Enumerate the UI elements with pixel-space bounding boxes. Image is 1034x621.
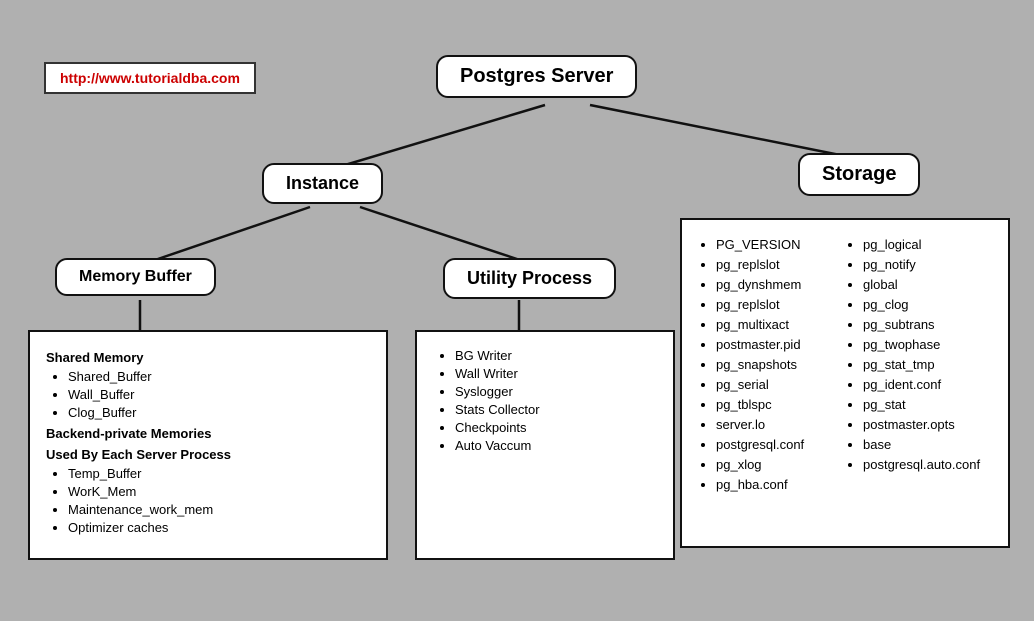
list-item: pg_tblspc — [716, 397, 845, 412]
node-memory-buffer: Memory Buffer — [55, 258, 216, 296]
node-postgres: Postgres Server — [436, 55, 637, 98]
shared-items-list: Shared_Buffer Wall_Buffer Clog_Buffer — [46, 369, 370, 420]
list-item: pg_multixact — [716, 317, 845, 332]
list-item: postmaster.opts — [863, 417, 992, 432]
list-item: WorK_Mem — [68, 484, 370, 499]
list-item: Wall_Buffer — [68, 387, 370, 402]
list-item: BG Writer — [455, 348, 657, 363]
list-item: server.lo — [716, 417, 845, 432]
storage-col2: pg_logical pg_notify global pg_clog pg_s… — [845, 232, 992, 497]
memory-buffer-box: Shared Memory Shared_Buffer Wall_Buffer … — [28, 330, 388, 560]
list-item: Syslogger — [455, 384, 657, 399]
node-storage: Storage — [798, 153, 920, 196]
list-item: pg_hba.conf — [716, 477, 845, 492]
list-item: pg_dynshmem — [716, 277, 845, 292]
list-item: pg_notify — [863, 257, 992, 272]
node-instance: Instance — [262, 163, 383, 204]
storage-col1: PG_VERSION pg_replslot pg_dynshmem pg_re… — [698, 232, 845, 497]
list-item: Stats Collector — [455, 402, 657, 417]
list-item: Clog_Buffer — [68, 405, 370, 420]
list-item: base — [863, 437, 992, 452]
list-item: Maintenance_work_mem — [68, 502, 370, 517]
list-item: pg_subtrans — [863, 317, 992, 332]
list-item: Auto Vaccum — [455, 438, 657, 453]
utility-items-list: BG Writer Wall Writer Syslogger Stats Co… — [433, 348, 657, 453]
storage-box: PG_VERSION pg_replslot pg_dynshmem pg_re… — [680, 218, 1010, 548]
list-item: Optimizer caches — [68, 520, 370, 535]
url-text: http://www.tutorialdba.com — [60, 70, 240, 86]
list-item: pg_xlog — [716, 457, 845, 472]
shared-memory-label: Shared Memory — [46, 350, 370, 365]
list-item: pg_ident.conf — [863, 377, 992, 392]
backend-items-list: Temp_Buffer WorK_Mem Maintenance_work_me… — [46, 466, 370, 535]
list-item: pg_replslot — [716, 297, 845, 312]
list-item: Temp_Buffer — [68, 466, 370, 481]
list-item: pg_stat — [863, 397, 992, 412]
storage-columns: PG_VERSION pg_replslot pg_dynshmem pg_re… — [698, 232, 992, 497]
list-item: Checkpoints — [455, 420, 657, 435]
used-by-label: Used By Each Server Process — [46, 447, 370, 462]
list-item: Wall Writer — [455, 366, 657, 381]
list-item: pg_stat_tmp — [863, 357, 992, 372]
node-utility-process: Utility Process — [443, 258, 616, 299]
list-item: postgresql.conf — [716, 437, 845, 452]
backend-label: Backend-private Memories — [46, 426, 370, 441]
list-item: pg_logical — [863, 237, 992, 252]
list-item: postgresql.auto.conf — [863, 457, 992, 472]
url-label: http://www.tutorialdba.com — [44, 62, 256, 94]
list-item: PG_VERSION — [716, 237, 845, 252]
list-item: pg_serial — [716, 377, 845, 392]
list-item: postmaster.pid — [716, 337, 845, 352]
utility-process-box: BG Writer Wall Writer Syslogger Stats Co… — [415, 330, 675, 560]
list-item: Shared_Buffer — [68, 369, 370, 384]
list-item: pg_snapshots — [716, 357, 845, 372]
list-item: pg_twophase — [863, 337, 992, 352]
list-item: global — [863, 277, 992, 292]
list-item: pg_clog — [863, 297, 992, 312]
list-item: pg_replslot — [716, 257, 845, 272]
